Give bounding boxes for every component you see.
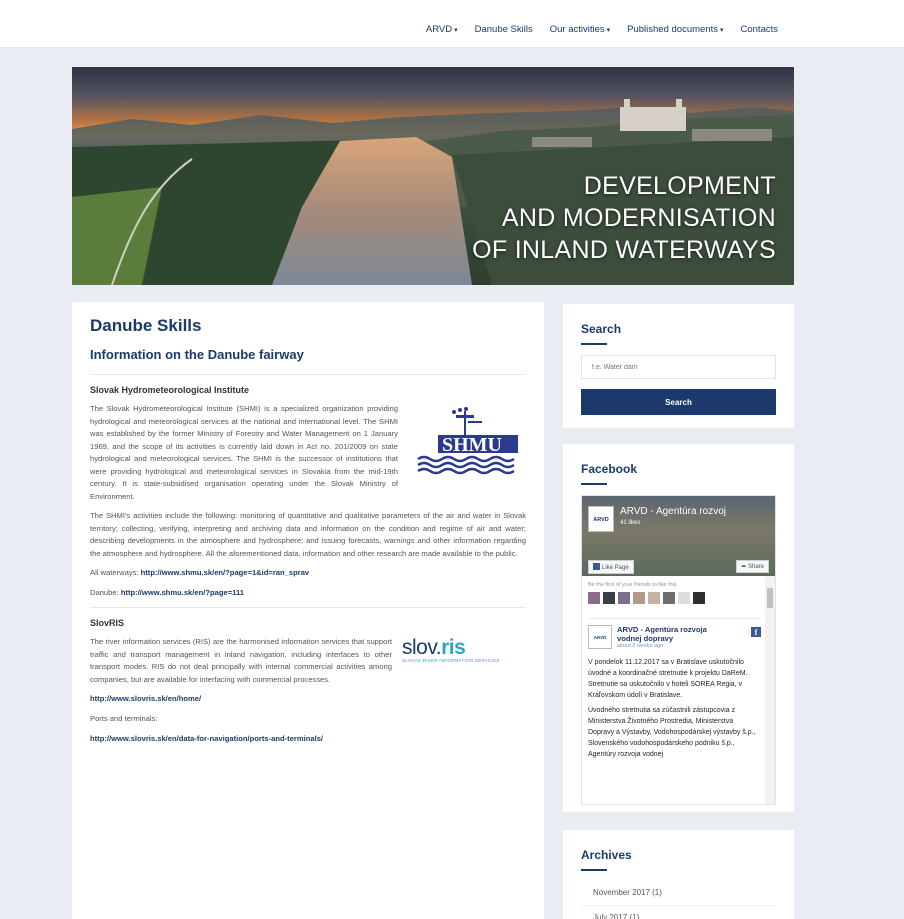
search-widget-title: Search — [581, 322, 622, 336]
main-content: Danube Skills Information on the Danube … — [72, 302, 544, 919]
avatar[interactable] — [603, 592, 615, 604]
danube-line: Danube: http://www.shmu.sk/en/?page=111 — [90, 588, 244, 597]
shmi-activities: The SHMI's activities include the follow… — [90, 511, 526, 558]
page-subtitle: Information on the Danube fairway — [90, 347, 304, 362]
chevron-down-icon: ▾ — [606, 27, 611, 34]
avatar[interactable] — [648, 592, 660, 604]
divider — [90, 374, 526, 375]
facebook-icon — [593, 563, 600, 570]
avatar[interactable] — [663, 592, 675, 604]
title-underline — [581, 483, 607, 485]
page-title: Danube Skills — [90, 316, 202, 335]
arvd-logo[interactable]: ARVD — [588, 506, 614, 532]
friend-faces — [588, 592, 761, 604]
post-timestamp[interactable]: about 3 weeks ago — [617, 643, 727, 649]
archives-widget: Archives November 2017 (1) July 2017 (1) — [563, 830, 794, 919]
avatar[interactable]: ARVD — [588, 625, 612, 649]
ports-terminals-link[interactable]: http://www.slovris.sk/en/data-for-naviga… — [90, 734, 323, 743]
danube-link[interactable]: http://www.shmu.sk/en/?page=111 — [121, 588, 244, 597]
facebook-widget-title: Facebook — [581, 462, 638, 476]
nav-item-danube-skills[interactable]: Danube Skills — [475, 24, 533, 35]
post-text: V pondelok 11.12.2017 sa v Bratislave us… — [588, 659, 748, 699]
share-arrow-icon: ➦ — [741, 564, 747, 570]
all-waterways-link[interactable]: http://www.shmu.sk/en/?page=1&id=ran_spr… — [141, 568, 310, 577]
scrollbar-thumb[interactable] — [767, 588, 773, 608]
section-heading-shmi: Slovak Hydrometeorological Institute — [90, 385, 250, 395]
shmu-logo: SHMU — [408, 407, 526, 483]
slovris-logo: slov.ris SLOVAK RIVER INFORMATION SERVIC… — [402, 636, 500, 663]
avatar[interactable] — [633, 592, 645, 604]
facebook-page-plugin: ARVD ARVD - Agentúra rozvoj 41 likes Lik… — [581, 495, 776, 805]
archives-widget-title: Archives — [581, 848, 632, 862]
nav-item-our-activities[interactable]: Our activities ▾ — [550, 24, 610, 35]
ports-label: Ports and terminals: — [90, 714, 158, 723]
archive-link[interactable]: November 2017 (1) — [581, 881, 776, 906]
all-waterways-line: All waterways: http://www.shmu.sk/en/?pa… — [90, 568, 310, 577]
avatar[interactable] — [693, 592, 705, 604]
facebook-icon[interactable]: f — [751, 627, 761, 637]
slovris-home-link[interactable]: http://www.slovris.sk/en/home/ — [90, 694, 201, 703]
post-author[interactable]: ARVD - Agentúra rozvoja vodnej dopravy — [617, 625, 727, 643]
hero-title: DEVELOPMENT AND MODERNISATION OF INLAND … — [472, 172, 776, 264]
nav-item-contacts[interactable]: Contacts — [741, 24, 779, 35]
like-page-button[interactable]: Like Page — [588, 560, 634, 574]
chevron-down-icon: ▾ — [454, 27, 458, 34]
scrollbar[interactable] — [765, 576, 775, 804]
title-underline — [581, 343, 607, 345]
archive-link[interactable]: July 2017 (1) — [581, 906, 776, 919]
avatar[interactable] — [678, 592, 690, 604]
nav-item-published-documents[interactable]: Published documents ▾ — [627, 24, 723, 35]
main-nav: ARVD ▾ Danube Skills Our activities ▾ Publ… — [426, 24, 778, 35]
share-button[interactable]: ➦ Share — [736, 560, 769, 573]
title-underline — [581, 869, 607, 871]
facebook-widget: Facebook ARVD ARVD - Agentúra rozvoj 41 … — [563, 444, 794, 812]
nav-item-arvd[interactable]: ARVD ▾ — [426, 24, 458, 35]
friends-like-text: Be the first of your friends to like thi… — [588, 582, 677, 588]
svg-text:SHMU: SHMU — [442, 434, 502, 456]
search-button[interactable]: Search — [581, 389, 776, 415]
search-input[interactable] — [581, 355, 776, 379]
chevron-down-icon: ▾ — [719, 27, 724, 34]
divider — [90, 607, 526, 608]
facebook-post-header: ARVD ARVD - Agentúra rozvoja vodnej dopr… — [588, 618, 761, 649]
facebook-page-name[interactable]: ARVD - Agentúra rozvoj — [620, 506, 726, 517]
facebook-feed: Be the first of your friends to like thi… — [582, 576, 767, 804]
section-heading-slovris: SlovRIS — [90, 618, 125, 628]
hero-banner: DEVELOPMENT AND MODERNISATION OF INLAND … — [72, 67, 794, 285]
facebook-likes-count: 41 likes — [620, 520, 641, 526]
search-widget: Search Search — [563, 304, 794, 428]
post-text: Úvodného stretnutia sa zúčastnili zástup… — [588, 707, 756, 758]
top-navbar: ARVD ▾ Danube Skills Our activities ▾ Publ… — [0, 0, 904, 48]
avatar[interactable] — [588, 592, 600, 604]
avatar[interactable] — [618, 592, 630, 604]
